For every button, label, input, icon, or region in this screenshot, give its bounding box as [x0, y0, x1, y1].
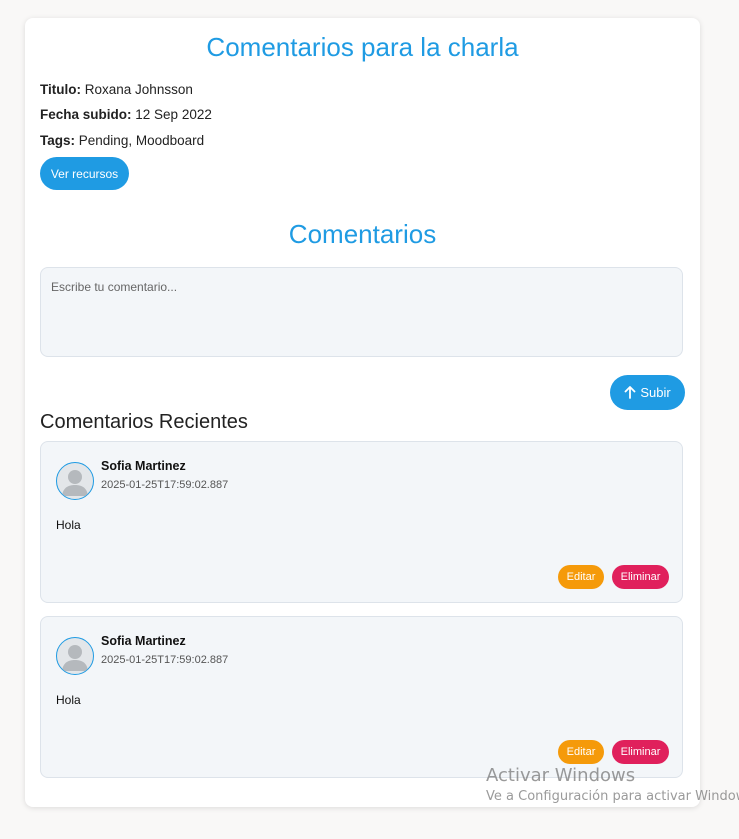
delete-comment-button[interactable]: Eliminar [612, 565, 669, 589]
comment-timestamp: 2025-01-25T17:59:02.887 [101, 479, 229, 491]
submit-comment-button[interactable]: Subir [610, 375, 685, 410]
comment-card: Sofia Martinez 2025-01-25T17:59:02.887 H… [40, 616, 683, 778]
comment-text: Hola [56, 693, 81, 707]
page-title: Comentarios para la charla [206, 32, 519, 62]
talk-title-value: Roxana Johnsson [84, 82, 193, 97]
upload-date-label: Fecha subido: [40, 107, 132, 122]
edit-comment-button[interactable]: Editar [558, 740, 604, 764]
comment-input-placeholder: Escribe tu comentario... [51, 280, 178, 294]
upload-date-value: 12 Sep 2022 [135, 107, 212, 122]
comments-section-title: Comentarios [288, 219, 437, 249]
avatar [56, 637, 94, 675]
comment-text: Hola [56, 518, 81, 532]
avatar [56, 462, 94, 500]
submit-button-label: Subir [640, 385, 671, 400]
comment-timestamp: 2025-01-25T17:59:02.887 [101, 654, 229, 666]
arrow-up-icon [624, 386, 636, 399]
comment-author: Sofia Martinez [101, 459, 186, 473]
talk-title-label: Titulo: [40, 82, 81, 97]
view-resources-button[interactable]: Ver recursos [40, 157, 129, 190]
edit-comment-button[interactable]: Editar [558, 565, 604, 589]
user-silhouette-icon [62, 470, 88, 496]
comment-input[interactable]: Escribe tu comentario... [40, 267, 683, 357]
tags-value: Pending, Moodboard [78, 133, 205, 148]
tags-label: Tags: [40, 133, 76, 148]
talk-title-line: Titulo: Roxana Johnsson [40, 82, 193, 97]
comment-author: Sofia Martinez [101, 634, 186, 648]
comment-card: Sofia Martinez 2025-01-25T17:59:02.887 H… [40, 441, 683, 603]
tags-line: Tags: Pending, Moodboard [40, 133, 204, 148]
user-silhouette-icon [62, 645, 88, 671]
comments-page-card: Comentarios para la charla Titulo: Roxan… [25, 18, 700, 807]
recent-comments-title: Comentarios Recientes [40, 411, 248, 433]
watermark-title: Activar Windows [486, 765, 636, 786]
watermark-subtitle: Ve a Configuración para activar Windows. [486, 789, 739, 804]
delete-comment-button[interactable]: Eliminar [612, 740, 669, 764]
windows-activation-watermark: Activar Windows Ve a Configuración para … [486, 765, 739, 804]
upload-date-line: Fecha subido: 12 Sep 2022 [40, 107, 212, 122]
